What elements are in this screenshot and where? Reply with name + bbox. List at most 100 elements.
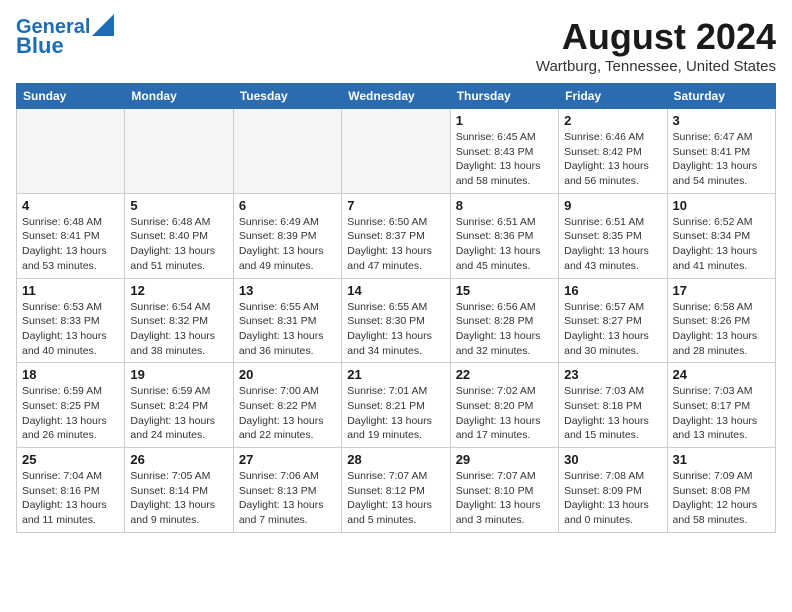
day-number: 9 xyxy=(564,198,661,213)
title-block: August 2024 Wartburg, Tennessee, United … xyxy=(536,16,776,75)
day-info: Sunrise: 6:52 AM Sunset: 8:34 PM Dayligh… xyxy=(673,215,770,274)
day-number: 19 xyxy=(130,367,227,382)
day-info: Sunrise: 6:54 AM Sunset: 8:32 PM Dayligh… xyxy=(130,300,227,359)
day-info: Sunrise: 7:01 AM Sunset: 8:21 PM Dayligh… xyxy=(347,384,444,443)
calendar-cell: 19 Sunrise: 6:59 AM Sunset: 8:24 PM Dayli… xyxy=(125,363,233,448)
day-number: 13 xyxy=(239,283,336,298)
day-info: Sunrise: 6:50 AM Sunset: 8:37 PM Dayligh… xyxy=(347,215,444,274)
day-info: Sunrise: 6:49 AM Sunset: 8:39 PM Dayligh… xyxy=(239,215,336,274)
day-info: Sunrise: 6:56 AM Sunset: 8:28 PM Dayligh… xyxy=(456,300,553,359)
day-info: Sunrise: 7:07 AM Sunset: 8:10 PM Dayligh… xyxy=(456,469,553,528)
calendar-cell: 13Sunrise: 6:55 AM Sunset: 8:31 PM Dayli… xyxy=(233,278,341,363)
day-info: Sunrise: 7:09 AM Sunset: 8:08 PM Dayligh… xyxy=(673,469,770,528)
weekday-header: Monday xyxy=(125,84,233,109)
weekday-header: Sunday xyxy=(17,84,125,109)
day-info: Sunrise: 6:59 AM Sunset: 8:24 PM Dayligh… xyxy=(130,384,227,443)
logo: General Blue xyxy=(16,16,114,58)
calendar-cell xyxy=(342,109,450,194)
day-number: 10 xyxy=(673,198,770,213)
day-number: 17 xyxy=(673,283,770,298)
day-info: Sunrise: 6:53 AM Sunset: 8:33 PM Dayligh… xyxy=(22,300,119,359)
week-row: 18Sunrise: 6:59 AM Sunset: 8:25 PM Dayli… xyxy=(17,363,776,448)
calendar-cell: 5 Sunrise: 6:48 AM Sunset: 8:40 PM Daylig… xyxy=(125,193,233,278)
day-number: 5 xyxy=(130,198,227,213)
calendar-cell: 6 Sunrise: 6:49 AM Sunset: 8:39 PM Daylig… xyxy=(233,193,341,278)
day-number: 2 xyxy=(564,113,661,128)
day-number: 31 xyxy=(673,452,770,467)
day-info: Sunrise: 6:58 AM Sunset: 8:26 PM Dayligh… xyxy=(673,300,770,359)
calendar-cell xyxy=(125,109,233,194)
calendar-cell: 9 Sunrise: 6:51 AM Sunset: 8:35 PM Daylig… xyxy=(559,193,667,278)
day-info: Sunrise: 7:04 AM Sunset: 8:16 PM Dayligh… xyxy=(22,469,119,528)
calendar-cell: 7Sunrise: 6:50 AM Sunset: 8:37 PM Daylig… xyxy=(342,193,450,278)
day-number: 12 xyxy=(130,283,227,298)
calendar-title: August 2024 xyxy=(536,16,776,58)
calendar-cell: 15 Sunrise: 6:56 AM Sunset: 8:28 PM Dayli… xyxy=(450,278,558,363)
day-info: Sunrise: 6:51 AM Sunset: 8:36 PM Dayligh… xyxy=(456,215,553,274)
header-row: SundayMondayTuesdayWednesdayThursdayFrid… xyxy=(17,84,776,109)
calendar-cell: 8 Sunrise: 6:51 AM Sunset: 8:36 PM Daylig… xyxy=(450,193,558,278)
day-number: 22 xyxy=(456,367,553,382)
day-number: 11 xyxy=(22,283,119,298)
day-info: Sunrise: 6:48 AM Sunset: 8:40 PM Dayligh… xyxy=(130,215,227,274)
calendar-cell: 12 Sunrise: 6:54 AM Sunset: 8:32 PM Dayli… xyxy=(125,278,233,363)
calendar-cell: 24Sunrise: 7:03 AM Sunset: 8:17 PM Dayli… xyxy=(667,363,775,448)
calendar-cell: 14Sunrise: 6:55 AM Sunset: 8:30 PM Dayli… xyxy=(342,278,450,363)
calendar-cell: 11 Sunrise: 6:53 AM Sunset: 8:33 PM Dayli… xyxy=(17,278,125,363)
day-number: 25 xyxy=(22,452,119,467)
day-number: 4 xyxy=(22,198,119,213)
day-info: Sunrise: 6:45 AM Sunset: 8:43 PM Dayligh… xyxy=(456,130,553,189)
week-row: 11 Sunrise: 6:53 AM Sunset: 8:33 PM Dayli… xyxy=(17,278,776,363)
week-row: 1 Sunrise: 6:45 AM Sunset: 8:43 PM Daylig… xyxy=(17,109,776,194)
calendar-cell: 17 Sunrise: 6:58 AM Sunset: 8:26 PM Dayli… xyxy=(667,278,775,363)
day-number: 26 xyxy=(130,452,227,467)
calendar-location: Wartburg, Tennessee, United States xyxy=(536,58,776,75)
calendar-cell: 18Sunrise: 6:59 AM Sunset: 8:25 PM Dayli… xyxy=(17,363,125,448)
day-info: Sunrise: 6:55 AM Sunset: 8:30 PM Dayligh… xyxy=(347,300,444,359)
day-number: 20 xyxy=(239,367,336,382)
week-row: 25 Sunrise: 7:04 AM Sunset: 8:16 PM Dayli… xyxy=(17,448,776,533)
page-header: General Blue August 2024 Wartburg, Tenne… xyxy=(16,16,776,75)
calendar-table: SundayMondayTuesdayWednesdayThursdayFrid… xyxy=(16,83,776,533)
calendar-cell: 16 Sunrise: 6:57 AM Sunset: 8:27 PM Dayli… xyxy=(559,278,667,363)
day-info: Sunrise: 7:06 AM Sunset: 8:13 PM Dayligh… xyxy=(239,469,336,528)
day-number: 27 xyxy=(239,452,336,467)
day-info: Sunrise: 6:57 AM Sunset: 8:27 PM Dayligh… xyxy=(564,300,661,359)
calendar-cell: 27 Sunrise: 7:06 AM Sunset: 8:13 PM Dayli… xyxy=(233,448,341,533)
calendar-cell: 10 Sunrise: 6:52 AM Sunset: 8:34 PM Dayli… xyxy=(667,193,775,278)
calendar-cell xyxy=(17,109,125,194)
day-number: 24 xyxy=(673,367,770,382)
weekday-header: Wednesday xyxy=(342,84,450,109)
day-info: Sunrise: 7:07 AM Sunset: 8:12 PM Dayligh… xyxy=(347,469,444,528)
day-number: 29 xyxy=(456,452,553,467)
day-number: 23 xyxy=(564,367,661,382)
day-info: Sunrise: 6:47 AM Sunset: 8:41 PM Dayligh… xyxy=(673,130,770,189)
calendar-cell xyxy=(233,109,341,194)
logo-icon xyxy=(92,14,114,36)
calendar-cell: 29 Sunrise: 7:07 AM Sunset: 8:10 PM Dayli… xyxy=(450,448,558,533)
week-row: 4 Sunrise: 6:48 AM Sunset: 8:41 PM Daylig… xyxy=(17,193,776,278)
day-number: 15 xyxy=(456,283,553,298)
weekday-header: Thursday xyxy=(450,84,558,109)
logo-blue: Blue xyxy=(16,34,64,58)
day-info: Sunrise: 6:51 AM Sunset: 8:35 PM Dayligh… xyxy=(564,215,661,274)
day-number: 28 xyxy=(347,452,444,467)
day-number: 8 xyxy=(456,198,553,213)
calendar-cell: 20 Sunrise: 7:00 AM Sunset: 8:22 PM Dayli… xyxy=(233,363,341,448)
calendar-cell: 4 Sunrise: 6:48 AM Sunset: 8:41 PM Daylig… xyxy=(17,193,125,278)
day-info: Sunrise: 7:00 AM Sunset: 8:22 PM Dayligh… xyxy=(239,384,336,443)
calendar-cell: 3 Sunrise: 6:47 AM Sunset: 8:41 PM Daylig… xyxy=(667,109,775,194)
calendar-cell: 28 Sunrise: 7:07 AM Sunset: 8:12 PM Dayli… xyxy=(342,448,450,533)
day-info: Sunrise: 6:48 AM Sunset: 8:41 PM Dayligh… xyxy=(22,215,119,274)
calendar-cell: 23Sunrise: 7:03 AM Sunset: 8:18 PM Dayli… xyxy=(559,363,667,448)
day-number: 3 xyxy=(673,113,770,128)
day-number: 16 xyxy=(564,283,661,298)
calendar-cell: 2Sunrise: 6:46 AM Sunset: 8:42 PM Daylig… xyxy=(559,109,667,194)
day-info: Sunrise: 7:05 AM Sunset: 8:14 PM Dayligh… xyxy=(130,469,227,528)
day-number: 1 xyxy=(456,113,553,128)
weekday-header: Friday xyxy=(559,84,667,109)
weekday-header: Tuesday xyxy=(233,84,341,109)
calendar-cell: 25 Sunrise: 7:04 AM Sunset: 8:16 PM Dayli… xyxy=(17,448,125,533)
day-number: 6 xyxy=(239,198,336,213)
calendar-cell: 22Sunrise: 7:02 AM Sunset: 8:20 PM Dayli… xyxy=(450,363,558,448)
